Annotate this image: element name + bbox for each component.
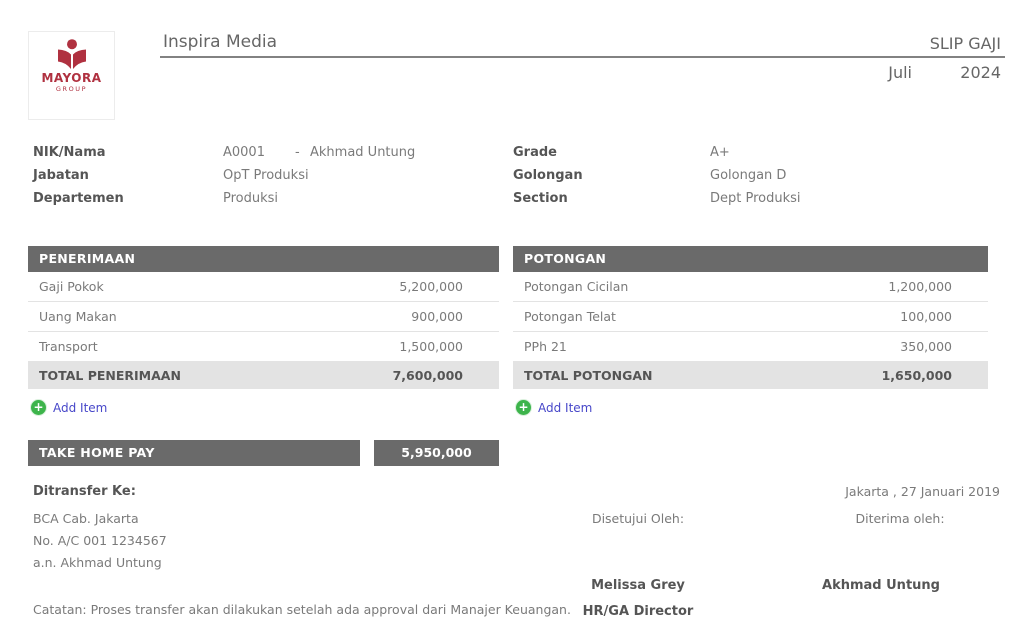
- table-row: Potongan Telat 100,000: [513, 302, 988, 332]
- earning-item-label: Uang Makan: [39, 309, 117, 324]
- transfer-note: Catatan: Proses transfer akan dilakukan …: [33, 602, 571, 617]
- table-row: Potongan Cicilan 1,200,000: [513, 272, 988, 302]
- employee-section-row: Section Dept Produksi: [513, 187, 801, 210]
- payslip-page: MAYORA GROUP Inspira Media SLIP GAJI Jul…: [0, 0, 1024, 638]
- earning-item-amount: 900,000: [411, 309, 463, 324]
- deduction-item-amount: 100,000: [900, 309, 952, 324]
- earnings-table: PENERIMAAN Gaji Pokok 5,200,000 Uang Mak…: [28, 246, 499, 415]
- approved-by-label: Disetujui Oleh:: [538, 511, 738, 526]
- employee-jabatan-row: Jabatan OpT Produksi: [33, 164, 415, 187]
- document-title: SLIP GAJI: [930, 34, 1001, 53]
- deduction-item-label: PPh 21: [524, 339, 567, 354]
- earnings-total-row: TOTAL PENERIMAAN 7,600,000: [28, 362, 499, 389]
- section-label: Section: [513, 191, 710, 206]
- deduction-item-label: Potongan Cicilan: [524, 279, 628, 294]
- deductions-table: POTONGAN Potongan Cicilan 1,200,000 Poto…: [513, 246, 988, 415]
- add-item-label: Add Item: [538, 401, 592, 415]
- departemen-label: Departemen: [33, 191, 223, 206]
- received-by-label: Diterima oleh:: [800, 511, 1000, 526]
- nik-separator: -: [295, 145, 310, 160]
- mayora-logo-icon: [53, 39, 91, 71]
- period-year: 2024: [960, 63, 1001, 82]
- nik-code: A0001: [223, 145, 295, 160]
- logo-brand-text: MAYORA: [41, 72, 101, 84]
- employee-golongan-row: Golongan Golongan D: [513, 164, 801, 187]
- employee-grade-row: Grade A+: [513, 141, 801, 164]
- transfer-account-number: No. A/C 001 1234567: [33, 533, 167, 548]
- add-item-label: Add Item: [53, 401, 107, 415]
- approver-title: HR/GA Director: [538, 604, 738, 619]
- grade-label: Grade: [513, 145, 710, 160]
- earning-item-label: Gaji Pokok: [39, 279, 104, 294]
- table-row: Gaji Pokok 5,200,000: [28, 272, 499, 302]
- earnings-total-label: TOTAL PENERIMAAN: [39, 368, 181, 383]
- jabatan-label: Jabatan: [33, 168, 223, 183]
- earning-item-amount: 1,500,000: [399, 339, 463, 354]
- period-month: Juli: [888, 63, 912, 82]
- take-home-pay-label-bar: TAKE HOME PAY: [28, 440, 360, 466]
- deductions-total-label: TOTAL POTONGAN: [524, 368, 653, 383]
- deduction-item-amount: 1,200,000: [888, 279, 952, 294]
- employee-departemen-row: Departemen Produksi: [33, 187, 415, 210]
- employee-nik-row: NIK/Nama A0001-Akhmad Untung: [33, 141, 415, 164]
- take-home-pay-amount: 5,950,000: [374, 440, 499, 466]
- golongan-label: Golongan: [513, 168, 710, 183]
- approver-name: Melissa Grey: [538, 578, 738, 593]
- receiver-name: Akhmad Untung: [781, 578, 981, 593]
- add-earning-item-button[interactable]: + Add Item: [31, 400, 107, 415]
- deduction-item-amount: 350,000: [900, 339, 952, 354]
- employee-info-left: NIK/Nama A0001-Akhmad Untung Jabatan OpT…: [33, 141, 415, 210]
- jabatan-value: OpT Produksi: [223, 168, 309, 183]
- signature-place-date: Jakarta , 27 Januari 2019: [845, 484, 1000, 499]
- employee-name: Akhmad Untung: [310, 145, 415, 160]
- transfer-title: Ditransfer Ke:: [33, 484, 136, 499]
- grade-value: A+: [710, 145, 730, 160]
- transfer-account-holder: a.n. Akhmad Untung: [33, 555, 162, 570]
- earning-item-amount: 5,200,000: [399, 279, 463, 294]
- company-logo: MAYORA GROUP: [28, 31, 115, 120]
- deductions-total-row: TOTAL POTONGAN 1,650,000: [513, 362, 988, 389]
- golongan-value: Golongan D: [710, 168, 786, 183]
- plus-icon: +: [516, 400, 531, 415]
- section-value: Dept Produksi: [710, 191, 801, 206]
- company-name: Inspira Media: [163, 32, 277, 52]
- plus-icon: +: [31, 400, 46, 415]
- deduction-item-label: Potongan Telat: [524, 309, 616, 324]
- table-row: Uang Makan 900,000: [28, 302, 499, 332]
- nik-label: NIK/Nama: [33, 145, 223, 160]
- earning-item-label: Transport: [39, 339, 98, 354]
- table-row: PPh 21 350,000: [513, 332, 988, 362]
- earnings-total-amount: 7,600,000: [393, 368, 463, 383]
- deductions-table-header: POTONGAN: [513, 246, 988, 272]
- nik-value: A0001-Akhmad Untung: [223, 145, 415, 160]
- header-divider: [160, 56, 1005, 58]
- add-deduction-item-button[interactable]: + Add Item: [516, 400, 592, 415]
- table-row: Transport 1,500,000: [28, 332, 499, 362]
- deductions-total-amount: 1,650,000: [882, 368, 952, 383]
- transfer-bank: BCA Cab. Jakarta: [33, 511, 139, 526]
- logo-subbrand-text: GROUP: [56, 86, 87, 93]
- employee-info-right: Grade A+ Golongan Golongan D Section Dep…: [513, 141, 801, 210]
- earnings-table-header: PENERIMAAN: [28, 246, 499, 272]
- departemen-value: Produksi: [223, 191, 278, 206]
